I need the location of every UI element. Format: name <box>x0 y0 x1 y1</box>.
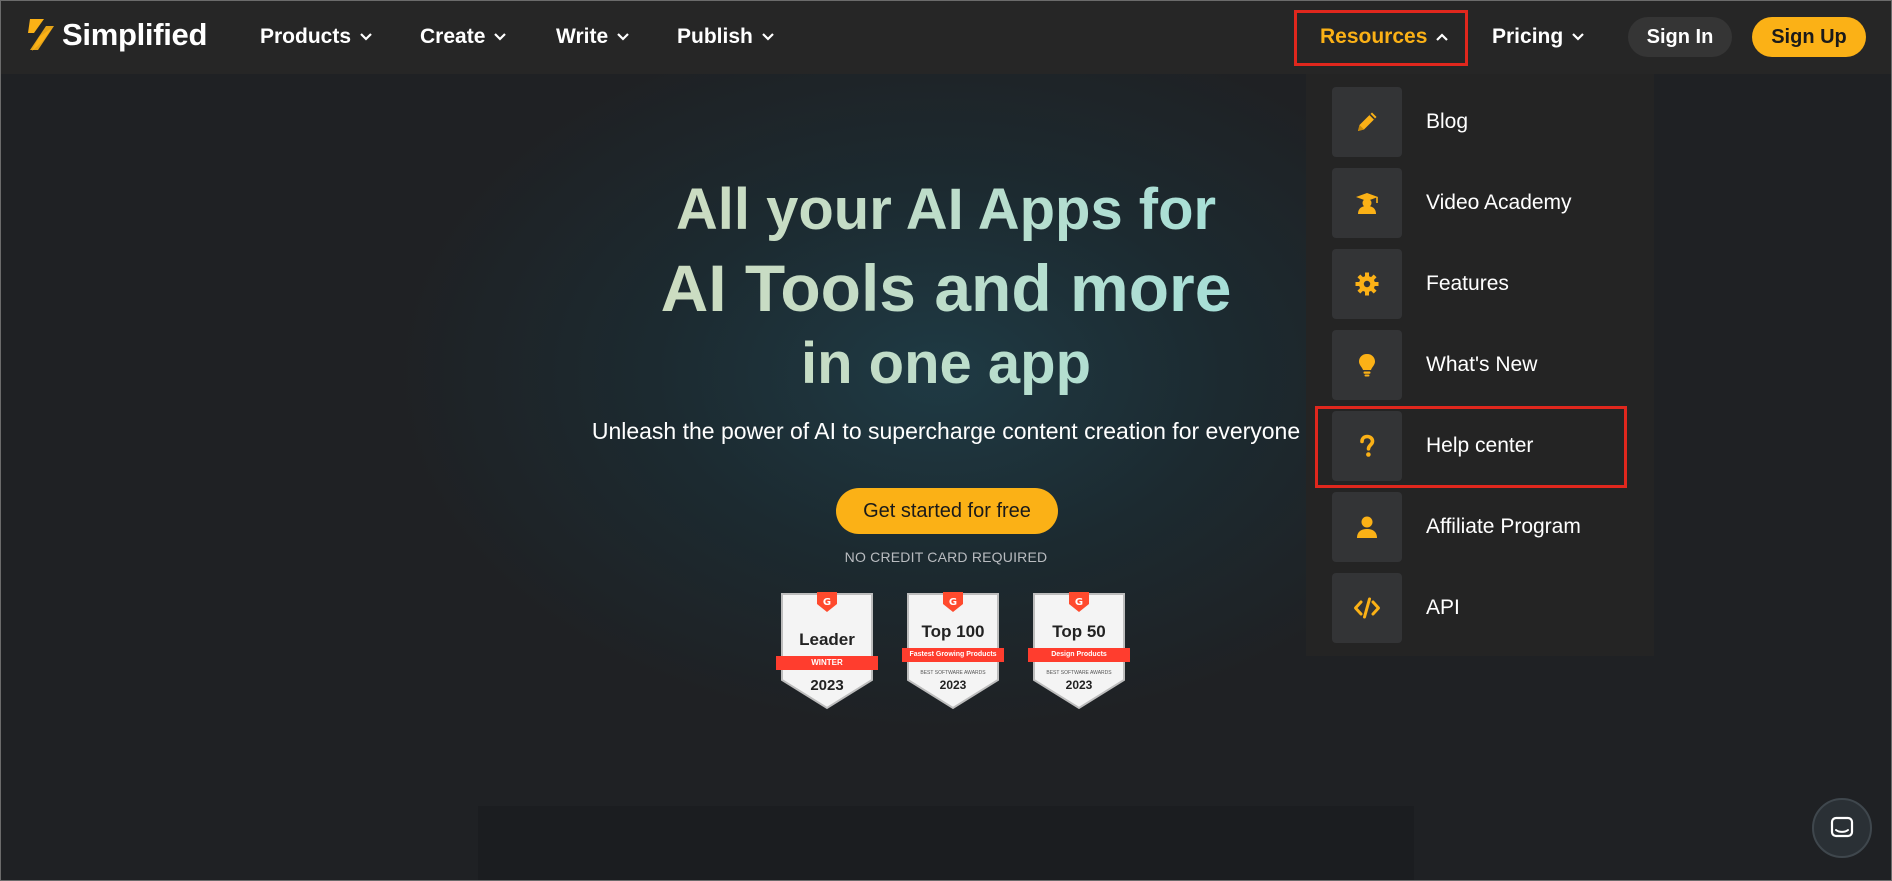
badge-title: Top 50 <box>1052 622 1106 641</box>
gear-icon <box>1332 249 1402 319</box>
logo-text: Simplified <box>62 17 208 52</box>
get-started-button[interactable]: Get started for free <box>836 488 1058 534</box>
badge-year: 2023 <box>939 678 967 692</box>
svg-text:G: G <box>823 597 831 608</box>
nav-pricing-label: Pricing <box>1492 25 1564 48</box>
pencil-icon <box>1332 87 1402 157</box>
nav-write[interactable]: Write <box>556 22 630 52</box>
badge-year: 2023 <box>1065 678 1093 692</box>
menu-item-label: Affiliate Program <box>1426 515 1581 538</box>
badge-subtitle: BEST SOFTWARE AWARDS <box>920 670 986 676</box>
badge-top-50: G Top 50 Design Products BEST SOFTWARE A… <box>1028 592 1130 710</box>
badge-title: Top 100 <box>921 622 985 641</box>
badge-ribbon: Fastest Growing Products <box>902 648 1004 662</box>
chevron-down-icon <box>762 33 774 41</box>
nav-products[interactable]: Products <box>260 22 373 52</box>
chevron-down-icon <box>617 33 629 41</box>
graduate-icon <box>1332 168 1402 238</box>
sign-up-button[interactable]: Sign Up <box>1752 17 1866 57</box>
chevron-down-icon <box>1572 33 1584 41</box>
badge-subtitle: BEST SOFTWARE AWARDS <box>1046 670 1112 676</box>
nav-write-label: Write <box>556 25 609 48</box>
user-icon <box>1332 492 1402 562</box>
chevron-down-icon <box>360 33 372 41</box>
svg-text:G: G <box>1075 597 1083 608</box>
top-navbar: Simplified Products Create Write Publish… <box>0 0 1892 74</box>
award-badges: G Leader WINTER 2023 G Top 100 Fastest G… <box>776 592 1130 710</box>
menu-item-api[interactable]: API <box>1332 573 1460 643</box>
chat-icon <box>1830 816 1854 838</box>
menu-item-whats-new[interactable]: What's New <box>1332 330 1537 400</box>
menu-item-blog[interactable]: Blog <box>1332 87 1468 157</box>
lightbulb-icon <box>1332 330 1402 400</box>
code-icon <box>1332 573 1402 643</box>
simplified-logo-icon <box>28 19 54 51</box>
nav-publish[interactable]: Publish <box>677 22 775 52</box>
chevron-down-icon <box>494 33 507 41</box>
badge-top-100: G Top 100 Fastest Growing Products BEST … <box>902 592 1004 710</box>
resources-dropdown: Blog Video Academy Features What's New H… <box>1306 74 1654 656</box>
badge-year: 2023 <box>810 677 844 694</box>
menu-item-label: Blog <box>1426 110 1469 133</box>
menu-item-affiliate-program[interactable]: Affiliate Program <box>1332 492 1581 562</box>
menu-item-label: API <box>1426 596 1460 619</box>
nav-create-label: Create <box>420 25 486 48</box>
logo[interactable]: Simplified <box>26 16 207 54</box>
sign-in-button[interactable]: Sign In <box>1628 17 1732 57</box>
menu-item-video-academy[interactable]: Video Academy <box>1332 168 1572 238</box>
hero-preview-strip <box>478 806 1414 881</box>
help-center-highlight-box <box>1315 406 1627 488</box>
badge-ribbon: WINTER <box>776 656 878 670</box>
nav-create[interactable]: Create <box>420 22 507 52</box>
badge-leader: G Leader WINTER 2023 <box>776 592 878 710</box>
menu-item-label: What's New <box>1426 353 1538 376</box>
badge-ribbon: Design Products <box>1028 648 1130 662</box>
resources-highlight-box <box>1294 10 1468 66</box>
nav-publish-label: Publish <box>677 25 753 48</box>
badge-title: Leader <box>799 630 855 649</box>
chat-launcher-button[interactable] <box>1812 798 1872 858</box>
menu-item-features[interactable]: Features <box>1332 249 1509 319</box>
nav-pricing[interactable]: Pricing <box>1492 22 1585 52</box>
menu-item-label: Features <box>1426 272 1509 295</box>
menu-item-label: Video Academy <box>1426 191 1572 214</box>
svg-text:G: G <box>949 597 957 608</box>
nav-products-label: Products <box>260 25 352 48</box>
